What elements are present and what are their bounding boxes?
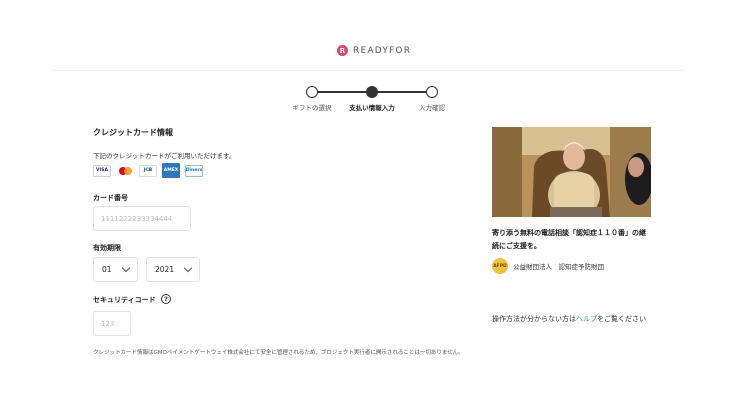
project-image (492, 127, 651, 217)
progress-stepper: ギフトの選択 支払い情報入力 入力確認 (285, 85, 455, 115)
step-label-payment: 支払い情報入力 (349, 104, 395, 112)
question-icon[interactable]: ? (161, 294, 171, 304)
project-title[interactable]: 寄り添う無料の電話相談「認知症１１０番」の継続にご支援を。 (492, 227, 652, 253)
logo-mark-icon: R (337, 45, 348, 56)
chevron-down-icon (183, 263, 193, 273)
visa-icon: VISA (93, 164, 111, 177)
step-label-gift: ギフトの選択 (292, 104, 332, 112)
security-code-label: セキュリティコード (93, 296, 156, 304)
expiry-label: 有効期限 (93, 244, 121, 252)
help-link[interactable]: ヘルプ (576, 314, 597, 324)
jcb-icon: JCB (139, 164, 157, 177)
help-suffix: をご覧ください (597, 315, 646, 323)
diners-icon: Diners (185, 164, 203, 177)
card-number-input[interactable] (93, 206, 191, 231)
stepper-line (312, 91, 372, 93)
security-code-input[interactable] (93, 311, 131, 336)
security-notice: クレジットカード情報はGMOペイメントゲートウェイ株式会社にて安全に管理されるた… (93, 350, 464, 356)
help-prefix: 操作方法が分からない方は (492, 315, 576, 323)
step-dot-gift (306, 86, 318, 98)
expiry-year-select[interactable]: 2021 (146, 257, 200, 282)
card-number-label: カード番号 (93, 194, 128, 202)
step-dot-confirm (426, 86, 438, 98)
help-text: 操作方法が分からない方は ヘルプ をご覧ください (492, 314, 646, 324)
expiry-year-value: 2021 (155, 265, 175, 274)
amex-icon: AMEX (162, 163, 180, 178)
step-label-confirm: 入力確認 (419, 104, 445, 112)
section-title: クレジットカード情報 (93, 128, 173, 137)
expiry-month-value: 01 (102, 265, 112, 274)
step-dot-payment (366, 86, 378, 98)
accepted-cards-text: 下記のクレジットカードがご利用いただけます。 (93, 152, 236, 160)
card-brand-logos: VISA JCB AMEX Diners (93, 163, 203, 178)
header: R READYFOR (0, 0, 736, 71)
stepper-line (372, 91, 432, 93)
header-divider (52, 70, 684, 71)
chevron-down-icon (121, 263, 131, 273)
organization-name: 公益財団法人 認知症予防財団 (513, 263, 604, 271)
organization-row: AFPD 公益財団法人 認知症予防財団 (492, 258, 604, 274)
organization-avatar: AFPD (492, 258, 508, 274)
mastercard-icon (116, 164, 134, 177)
logo-text: READYFOR (353, 45, 412, 56)
expiry-month-select[interactable]: 01 (93, 257, 138, 282)
readyfor-logo[interactable]: R READYFOR (337, 45, 411, 56)
project-photo (492, 127, 651, 217)
